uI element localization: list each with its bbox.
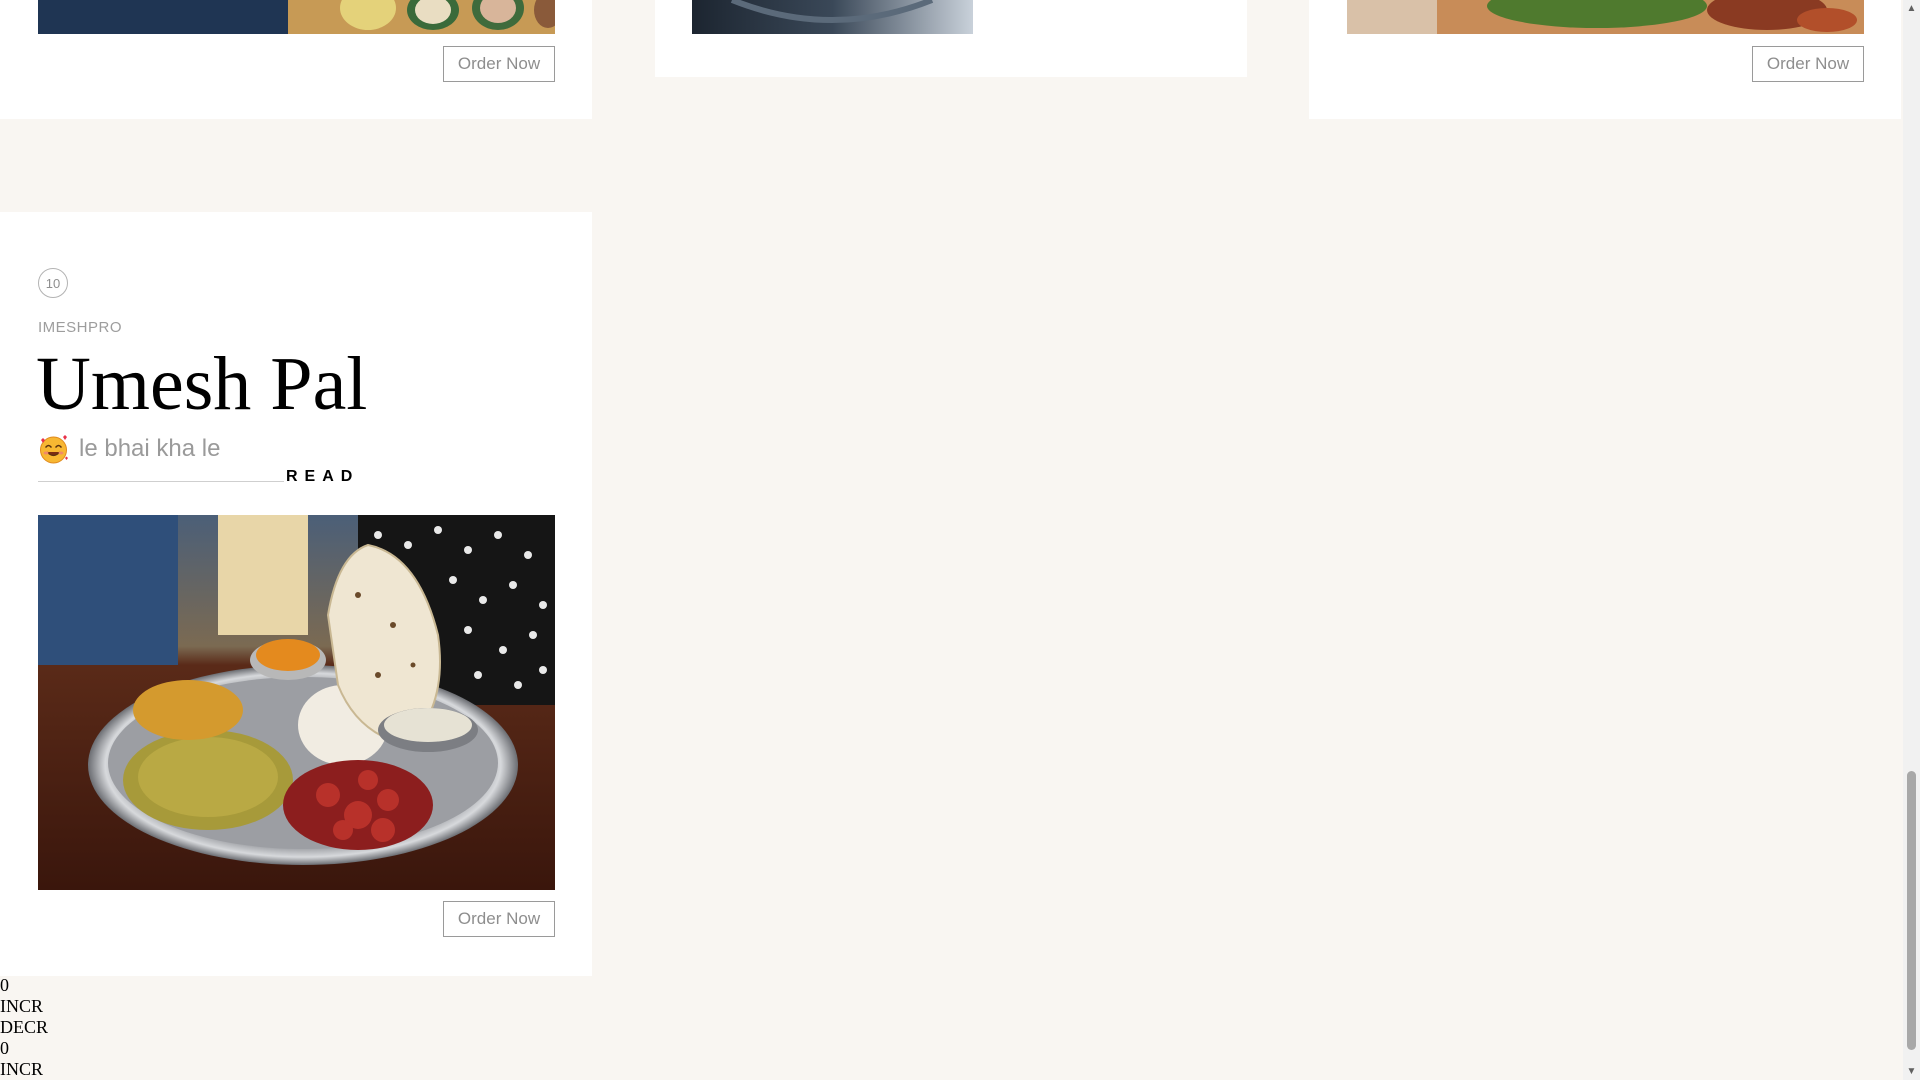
smiling-face-with-hearts-icon	[38, 434, 69, 465]
increment-button[interactable]: INCR	[0, 1059, 48, 1080]
food-image-bowl	[692, 0, 973, 34]
scroll-up-arrow-icon[interactable]: ▲	[1903, 0, 1920, 17]
counter-value: 0	[0, 1038, 9, 1058]
post-subtitle: le bhai kha le	[79, 435, 221, 462]
scrollbar-thumb[interactable]	[1907, 771, 1916, 1050]
read-link[interactable]: READ	[286, 468, 359, 486]
order-now-button[interactable]: Order Now	[443, 46, 555, 82]
food-image-platter	[1347, 0, 1864, 34]
food-card-top-right: Order Now	[1309, 0, 1901, 119]
decrement-button[interactable]: DECR	[0, 1017, 48, 1038]
post-number-badge: 10	[38, 268, 68, 298]
vertical-scrollbar[interactable]: ▲ ▼	[1903, 0, 1920, 1080]
order-now-button[interactable]: Order Now	[1752, 46, 1864, 82]
counter-area: 0 INCR DECR 0 INCR	[0, 975, 48, 1080]
counter-value: 0	[0, 975, 9, 995]
thali-plate-image	[38, 515, 555, 890]
food-card-top-middle	[655, 0, 1247, 77]
increment-button[interactable]: INCR	[0, 996, 48, 1017]
food-card-top-left: Order Now	[0, 0, 592, 119]
post-title: Umesh Pal	[36, 342, 368, 426]
food-image-sweets	[38, 0, 555, 34]
read-divider-line	[38, 481, 284, 482]
scroll-down-arrow-icon[interactable]: ▼	[1903, 1063, 1920, 1080]
order-now-button[interactable]: Order Now	[443, 901, 555, 937]
post-author: IMESHPRO	[38, 319, 123, 336]
